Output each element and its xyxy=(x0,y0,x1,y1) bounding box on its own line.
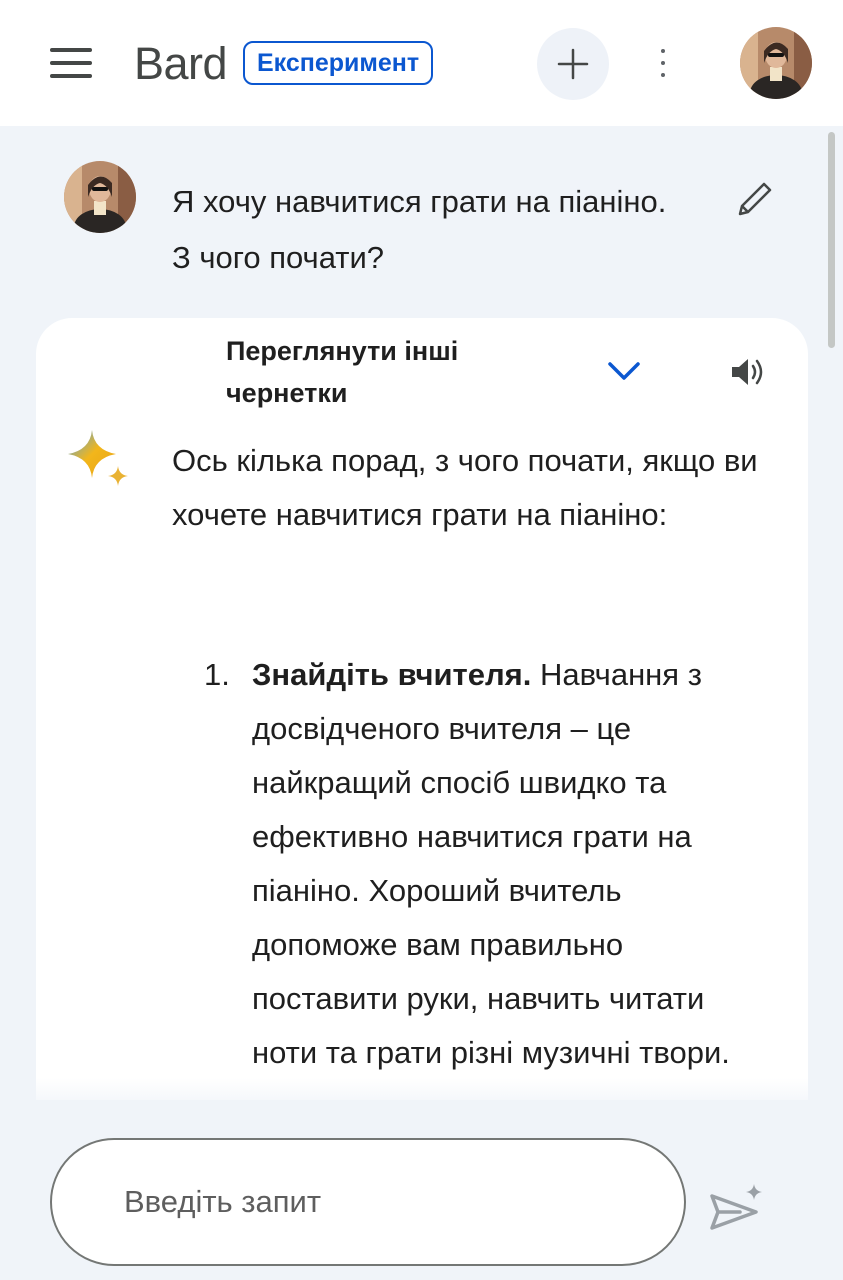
brand-title: Bard xyxy=(134,38,228,89)
scrollbar[interactable] xyxy=(828,132,835,348)
list-text: Знайдіть вчителя. Навчання з досвідченог… xyxy=(252,648,772,1080)
list-number: 1. xyxy=(204,657,230,692)
speaker-icon[interactable] xyxy=(728,352,768,392)
account-avatar[interactable] xyxy=(740,27,812,99)
new-chat-button[interactable] xyxy=(537,28,609,100)
experiment-badge: Експеримент xyxy=(243,41,434,85)
more-vert-icon[interactable] xyxy=(650,45,676,81)
bard-sparkle-icon xyxy=(66,428,132,494)
user-avatar xyxy=(64,161,136,233)
user-prompt-text: Я хочу навчитися грати на піаніно. З чог… xyxy=(172,184,667,275)
input-area xyxy=(0,1100,843,1280)
top-app-bar: Bard Експеримент xyxy=(0,0,843,126)
list-title: Знайдіть вчителя. xyxy=(252,657,532,692)
chevron-down-icon[interactable] xyxy=(604,356,644,386)
send-sparkle-icon[interactable] xyxy=(708,1182,768,1232)
pencil-icon[interactable] xyxy=(732,178,776,222)
prompt-input[interactable] xyxy=(50,1138,686,1266)
list-description: Навчання з досвідченого вчителя – це най… xyxy=(252,657,730,1070)
hamburger-menu-icon[interactable] xyxy=(50,46,94,80)
user-message: Я хочу навчитися грати на піаніно. З чог… xyxy=(0,126,843,316)
plus-icon xyxy=(557,48,589,80)
response-card: Переглянути інші чернетки Ось кілька пор… xyxy=(36,318,808,1108)
view-other-drafts-label[interactable]: Переглянути інші чернетки xyxy=(226,330,556,414)
response-intro: Ось кілька порад, з чого почати, якщо ви… xyxy=(172,443,758,532)
